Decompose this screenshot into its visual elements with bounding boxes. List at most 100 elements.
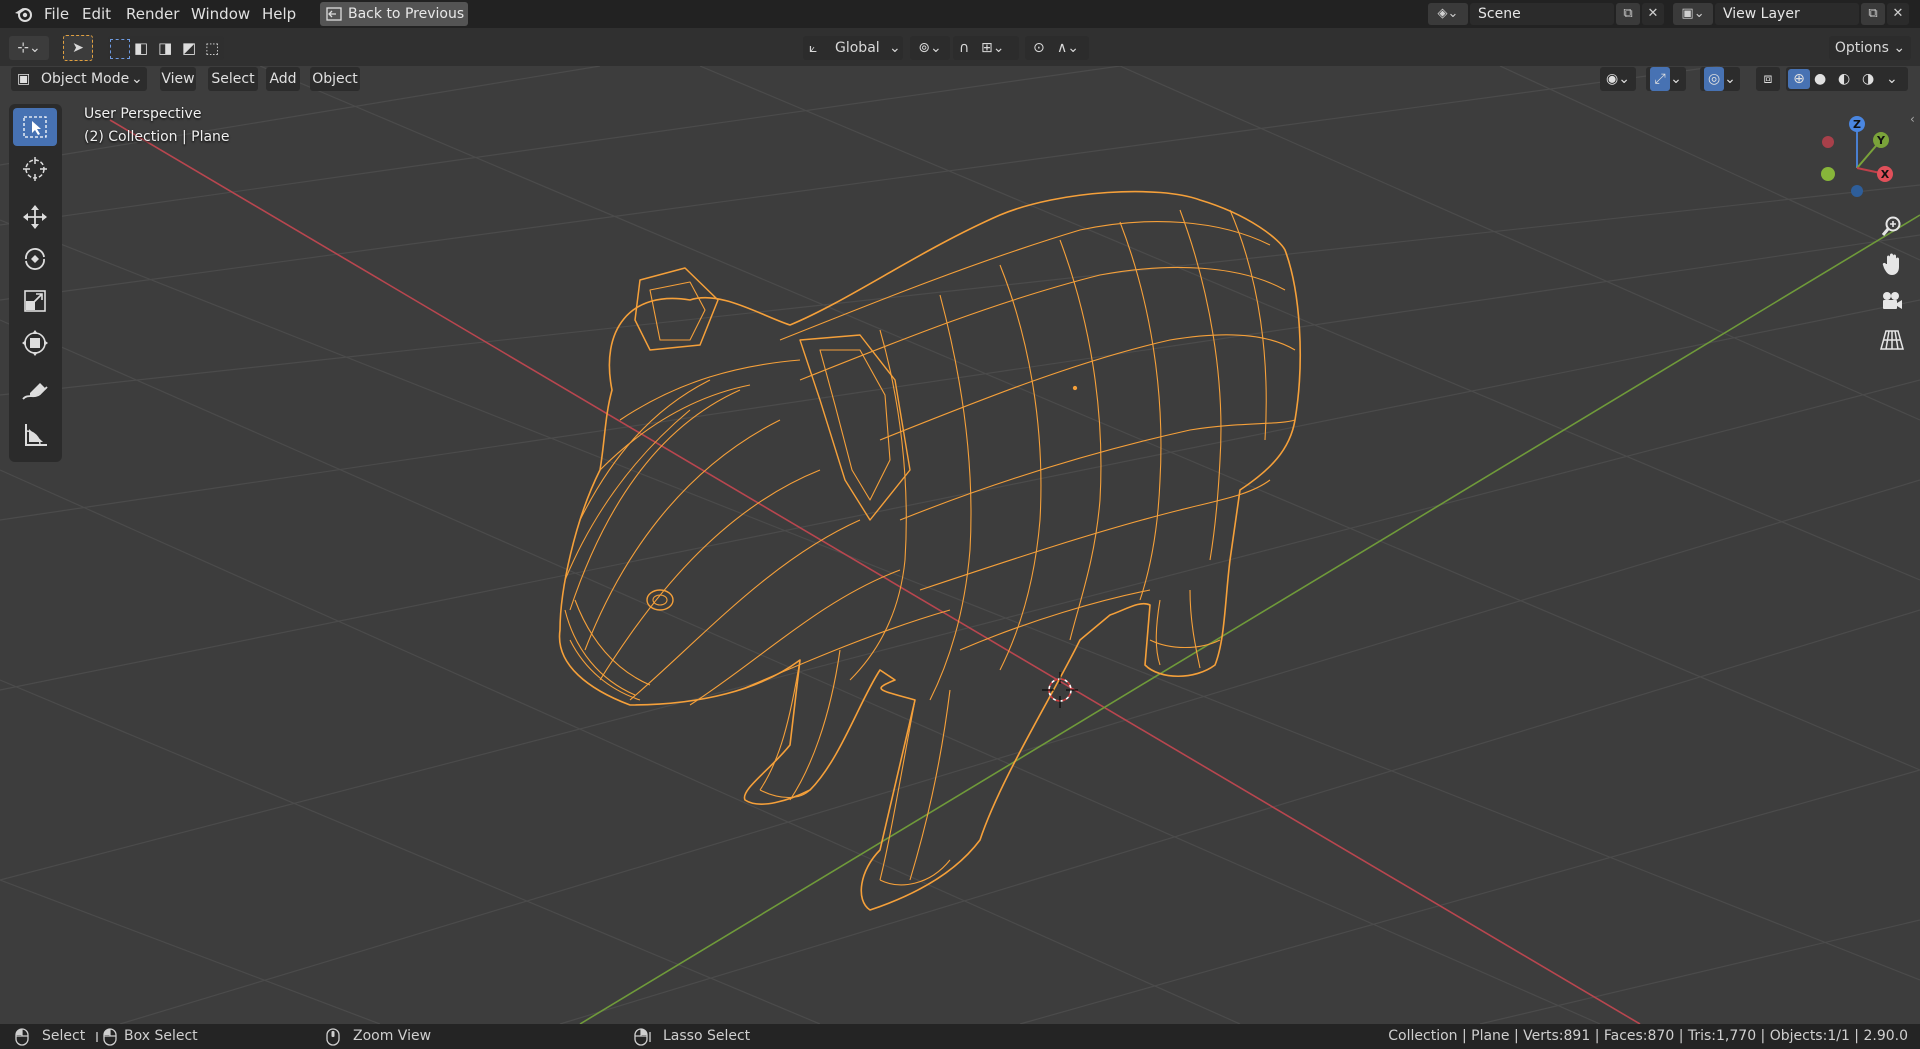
mouse-left-icon [15, 1028, 29, 1046]
view-layer-name-field[interactable]: View Layer [1715, 3, 1859, 25]
zoom-icon [1881, 216, 1901, 236]
view-layer-name: View Layer [1723, 6, 1800, 22]
back-icon [326, 7, 342, 21]
gizmo-neg-x-dot [1822, 136, 1834, 148]
cursor-arrow-icon: ➤ [72, 40, 84, 56]
chevron-down-icon[interactable]: ⌄ [1886, 67, 1898, 91]
camera-icon [1883, 292, 1902, 309]
menu-render[interactable]: Render [126, 4, 179, 24]
gizmo-toggle[interactable]: ⤢ ⌄ [1646, 67, 1686, 91]
select-subtract-icon[interactable]: ◨ [158, 40, 172, 56]
pivot-point-dropdown[interactable]: ⊚⌄ [910, 36, 950, 60]
menu-window[interactable]: Window [191, 4, 250, 24]
tool-annotate[interactable] [13, 372, 57, 410]
close-icon: ✕ [1892, 6, 1904, 21]
tool-transform[interactable] [13, 324, 57, 362]
measure-icon [25, 424, 47, 446]
chevron-down-icon: ⌄ [131, 71, 143, 87]
material-shading-icon[interactable]: ◐ [1838, 67, 1850, 91]
select-extend-icon[interactable]: ◧ [134, 40, 148, 56]
view-layer-remove-button[interactable]: ✕ [1887, 3, 1909, 25]
tool-select-box[interactable] [13, 108, 57, 146]
gizmo-z-label: Z [1853, 118, 1861, 131]
active-tool-button[interactable]: ➤ [63, 35, 93, 61]
visibility-dropdown[interactable]: ◉⌄ [1600, 67, 1636, 91]
menu-edit[interactable]: Edit [82, 4, 111, 24]
status-bar: Select Box Select Zoom View Lasso Select… [0, 1024, 1920, 1049]
mouse-drag-icon [96, 1028, 117, 1046]
object-mode-icon: ▣ [17, 71, 31, 87]
mode-dropdown[interactable]: ▣ Object Mode ⌄ [11, 67, 147, 91]
pan-hand-icon [1882, 253, 1899, 275]
tool-shelf [9, 104, 62, 462]
rotate-icon [25, 248, 45, 270]
scene-remove-button[interactable]: ✕ [1642, 3, 1664, 25]
editor-type-icon: ⊹⌄ [17, 40, 41, 56]
wireframe-shading-icon[interactable]: ⊕ [1788, 69, 1810, 89]
transform-orientation-dropdown[interactable]: ⟀ Global ⌄ [803, 36, 903, 60]
x-axis-line [109, 119, 1641, 1024]
pivot-icon: ⊚⌄ [918, 40, 942, 56]
tool-move[interactable] [13, 198, 57, 236]
viewport-canvas[interactable] [0, 66, 1920, 1024]
scene-name: Scene [1478, 6, 1521, 22]
tool-measure[interactable] [13, 416, 57, 454]
proportional-edit-icon[interactable]: ⊙ [1033, 36, 1045, 60]
editor-type-button[interactable]: ⊹⌄ [9, 36, 49, 60]
status-box-select-hint: Box Select [124, 1028, 198, 1044]
menu-file[interactable]: File [44, 4, 69, 24]
snap-magnet-icon[interactable]: ∩ [959, 36, 969, 60]
transform-orientation-value: Global [835, 40, 880, 56]
object-menu[interactable]: Object [310, 67, 360, 91]
menu-help[interactable]: Help [262, 4, 296, 24]
eye-icon: ◉⌄ [1606, 71, 1630, 87]
rendered-shading-icon[interactable]: ◑ [1862, 67, 1874, 91]
options-dropdown[interactable]: Options ⌄ [1829, 36, 1911, 60]
tool-settings-header: ⊹⌄ ➤ ◧ ◨ ◩ ⬚ ⟀ Global ⌄ ⊚⌄ ∩ ⊞⌄ ⊙ ∧⌄ Opt… [0, 28, 1920, 66]
gizmo-icon: ⤢ [1650, 67, 1671, 91]
select-invert-icon[interactable]: ◩ [182, 40, 196, 56]
move-icon [23, 205, 47, 229]
overlay-toggle[interactable]: ◎ ⌄ [1700, 67, 1740, 91]
overlay-icon: ◎ [1704, 67, 1725, 91]
scene-name-field[interactable]: Scene [1470, 3, 1614, 25]
collection-label: (2) Collection | Plane [84, 129, 230, 145]
add-menu[interactable]: Add [266, 67, 300, 91]
tool-cursor[interactable] [13, 150, 57, 188]
scene-new-button[interactable]: ⧉ [1616, 3, 1640, 25]
transform-icon [22, 330, 48, 356]
chevron-down-icon: ⌄ [1893, 40, 1906, 56]
falloff-curve-icon[interactable]: ∧⌄ [1057, 36, 1079, 60]
view-layer-browse-button[interactable]: ▣⌄ [1673, 3, 1713, 25]
xray-icon: ⧈ [1763, 71, 1773, 87]
select-new-icon[interactable] [110, 39, 130, 59]
pan-view-button[interactable] [1875, 247, 1909, 281]
perspective-toggle-button[interactable] [1875, 323, 1909, 357]
select-menu[interactable]: Select [208, 67, 258, 91]
scale-icon [24, 290, 46, 312]
mouse-right-icon [634, 1028, 651, 1046]
orientation-icon: ⟀ [809, 40, 818, 56]
proportional-editing-group: ⊙ ∧⌄ [1025, 36, 1089, 60]
zoom-view-button[interactable] [1875, 209, 1909, 243]
camera-view-button[interactable] [1875, 285, 1909, 319]
status-lasso-select-hint: Lasso Select [663, 1028, 751, 1044]
top-menu-bar: File Edit Render Window Help Back to Pre… [0, 0, 1920, 28]
select-box-icon [23, 116, 47, 138]
navigation-gizmo[interactable]: Z Y X [1815, 108, 1915, 208]
tool-rotate[interactable] [13, 240, 57, 278]
solid-shading-icon[interactable]: ● [1814, 67, 1826, 91]
duplicate-icon: ⧉ [1868, 6, 1878, 21]
view-menu[interactable]: View [160, 67, 196, 91]
select-intersect-icon[interactable]: ⬚ [205, 40, 219, 56]
xray-toggle[interactable]: ⧈ [1756, 67, 1780, 91]
snap-increment-icon[interactable]: ⊞⌄ [981, 36, 1004, 60]
view-layer-icon: ▣⌄ [1681, 6, 1705, 21]
gizmo-neg-y-dot [1821, 167, 1835, 181]
view-layer-new-button[interactable]: ⧉ [1861, 3, 1885, 25]
shading-mode-group: ⊕ ● ◐ ◑ ⌄ [1786, 67, 1908, 91]
back-to-previous-button[interactable]: Back to Previous [320, 2, 468, 26]
blender-logo-icon[interactable] [14, 5, 34, 23]
scene-browse-button[interactable]: ◈⌄ [1428, 3, 1468, 25]
tool-scale[interactable] [13, 282, 57, 320]
